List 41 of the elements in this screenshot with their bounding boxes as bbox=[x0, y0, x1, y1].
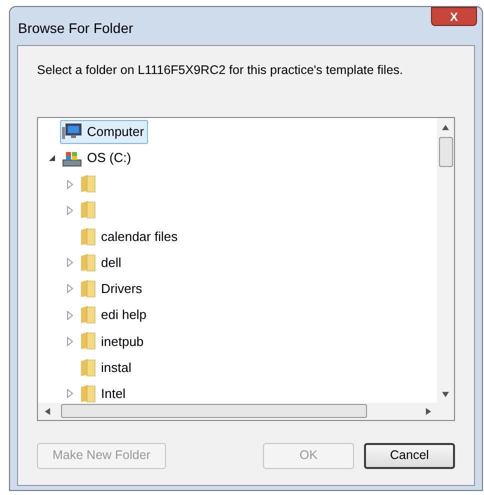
close-button[interactable]: X bbox=[431, 7, 477, 26]
scroll-right-icon[interactable] bbox=[425, 408, 432, 415]
folder-icon bbox=[80, 201, 96, 220]
collapsed-triangle-icon[interactable] bbox=[67, 336, 73, 346]
folder-icon bbox=[80, 384, 96, 403]
window-title: Browse For Folder bbox=[18, 19, 134, 38]
scroll-down-icon[interactable] bbox=[442, 390, 449, 398]
dialog-button[interactable]: Cancel bbox=[364, 442, 455, 469]
scroll-up-icon[interactable] bbox=[442, 124, 449, 131]
prompt-text: Select a folder on L1116F5X9RC2 for this practice's template files. bbox=[37, 62, 404, 79]
computer-monitor-icon bbox=[62, 123, 82, 140]
folder-icon bbox=[80, 332, 96, 350]
tree-item-label: dell bbox=[101, 254, 122, 272]
tree-item-label: edi help bbox=[101, 306, 147, 324]
collapsed-triangle-icon[interactable] bbox=[67, 284, 73, 294]
collapsed-triangle-icon[interactable] bbox=[67, 258, 73, 268]
collapsed-triangle-icon[interactable] bbox=[67, 310, 73, 320]
scroll-thumb[interactable] bbox=[61, 404, 367, 418]
tree-item-label: calendar files bbox=[101, 228, 178, 246]
tree-item-label: Intel bbox=[101, 384, 126, 403]
expanded-triangle-icon[interactable] bbox=[48, 154, 56, 162]
tree-item-label: inetpub bbox=[101, 332, 144, 351]
tree-item[interactable]: Computer bbox=[60, 120, 148, 144]
folder-icon bbox=[80, 280, 96, 298]
vertical-scrollbar[interactable] bbox=[437, 118, 454, 403]
folder-icon bbox=[80, 358, 96, 377]
collapsed-triangle-icon[interactable] bbox=[67, 206, 73, 215]
tree-item-label: instal bbox=[101, 358, 132, 377]
collapsed-triangle-icon[interactable] bbox=[67, 389, 73, 398]
tree-item-label: Computer bbox=[87, 123, 144, 142]
folder-icon bbox=[80, 175, 96, 194]
drive-icon bbox=[62, 150, 82, 167]
folder-icon bbox=[80, 254, 96, 272]
folder-icon bbox=[80, 228, 96, 246]
horizontal-scrollbar[interactable] bbox=[38, 402, 454, 420]
tree-item-label: OS (C:) bbox=[87, 149, 132, 168]
collapsed-triangle-icon[interactable] bbox=[67, 180, 73, 189]
folder-icon bbox=[80, 306, 96, 324]
tree-item-label: Drivers bbox=[101, 280, 142, 298]
scroll-thumb[interactable] bbox=[438, 136, 452, 167]
scroll-left-icon[interactable] bbox=[44, 408, 51, 415]
